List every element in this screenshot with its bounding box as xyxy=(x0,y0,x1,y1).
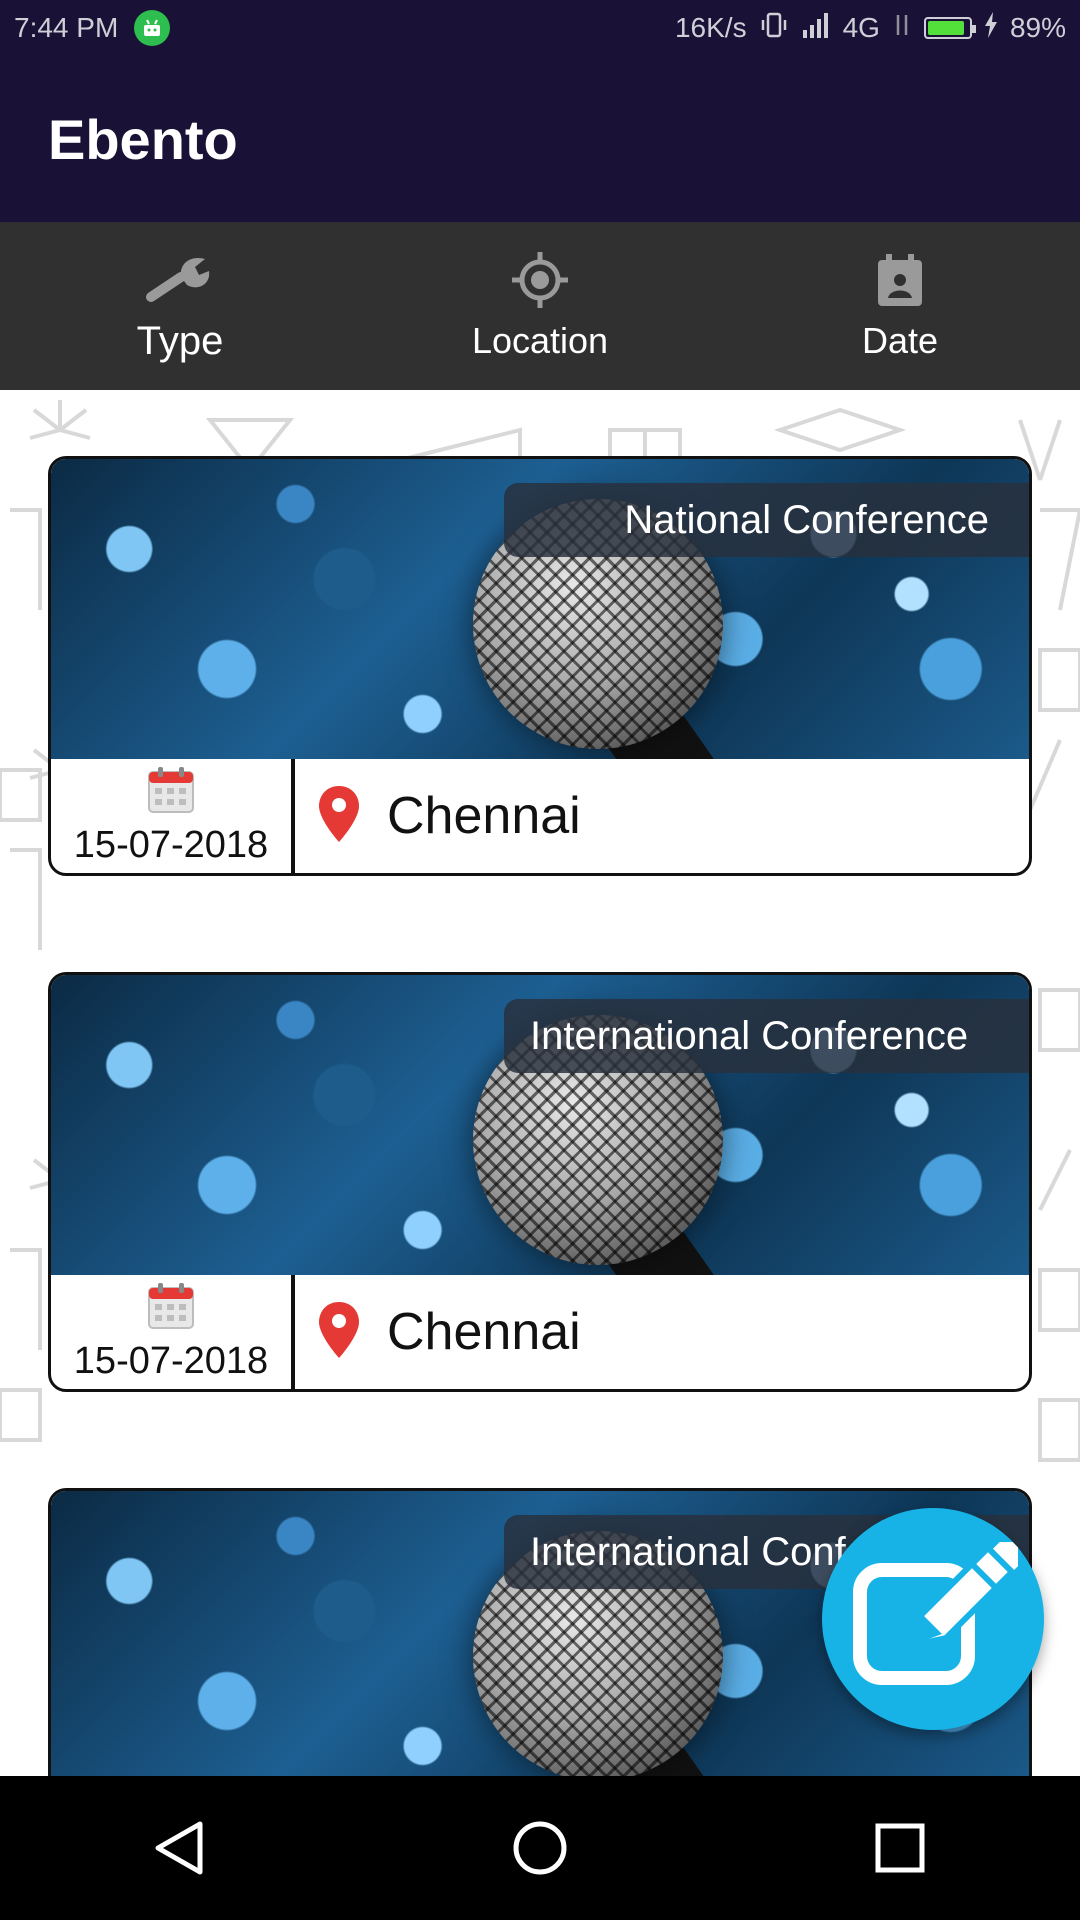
event-date: 15-07-2018 xyxy=(73,1340,269,1382)
filter-tab-date[interactable]: Date xyxy=(720,222,1080,390)
app-bar: Ebento xyxy=(0,56,1080,222)
event-image: International Conference xyxy=(51,975,1029,1275)
event-type-label: National Conference xyxy=(504,483,1029,557)
app-title: Ebento xyxy=(48,107,238,171)
network-speed: 16K/s xyxy=(674,12,747,43)
filter-label-date: Date xyxy=(861,320,939,361)
event-image: National Conference xyxy=(51,459,1029,759)
filter-label-type: Type xyxy=(136,318,224,363)
network-type: 4G xyxy=(842,12,880,43)
event-date: 15-07-2018 xyxy=(73,824,269,866)
event-card[interactable]: National Conference 15-07-2018 Chennai xyxy=(48,456,1032,876)
event-date-block: 15-07-2018 xyxy=(51,759,295,873)
status-bar: 7:44 PM 16K/s 4G 89% xyxy=(0,0,1080,56)
signal-icon xyxy=(801,12,831,45)
calendar-icon xyxy=(146,765,196,820)
filter-tab-type[interactable]: Type xyxy=(0,222,360,390)
calendar-person-icon xyxy=(865,250,935,310)
event-footer: 15-07-2018 Chennai xyxy=(51,759,1029,873)
event-location-block: Chennai xyxy=(295,1300,581,1365)
calendar-icon xyxy=(146,1281,196,1336)
battery-percent: 89% xyxy=(1009,12,1066,43)
filter-tab-location[interactable]: Location xyxy=(360,222,720,390)
event-location: Chennai xyxy=(387,1303,581,1361)
data-arrows-icon xyxy=(892,11,912,46)
battery-icon xyxy=(923,17,976,39)
android-notification-icon xyxy=(134,10,171,46)
home-icon xyxy=(513,1821,567,1875)
charging-icon xyxy=(984,11,998,45)
nav-home-button[interactable] xyxy=(480,1788,600,1908)
event-date-block: 15-07-2018 xyxy=(51,1275,295,1389)
event-location: Chennai xyxy=(387,787,581,845)
filter-label-location: Location xyxy=(471,320,609,361)
vibrate-icon xyxy=(759,10,789,47)
edit-icon xyxy=(848,1537,1025,1697)
location-pin-icon xyxy=(317,784,361,849)
filter-bar: Type Location Date xyxy=(0,222,1080,390)
crosshair-icon xyxy=(505,250,575,310)
wrench-icon xyxy=(145,249,215,309)
create-event-button[interactable] xyxy=(822,1508,1044,1730)
system-nav-bar xyxy=(0,1776,1080,1920)
event-card[interactable]: International Conference 15-07-2018 Chen… xyxy=(48,972,1032,1392)
status-time: 7:44 PM xyxy=(14,12,119,43)
recents-icon xyxy=(875,1823,925,1873)
nav-recents-button[interactable] xyxy=(840,1788,960,1908)
location-pin-icon xyxy=(317,1300,361,1365)
event-type-label: International Conference xyxy=(504,999,1029,1073)
nav-back-button[interactable] xyxy=(120,1788,240,1908)
back-icon xyxy=(155,1821,203,1875)
event-footer: 15-07-2018 Chennai xyxy=(51,1275,1029,1389)
event-location-block: Chennai xyxy=(295,784,581,849)
